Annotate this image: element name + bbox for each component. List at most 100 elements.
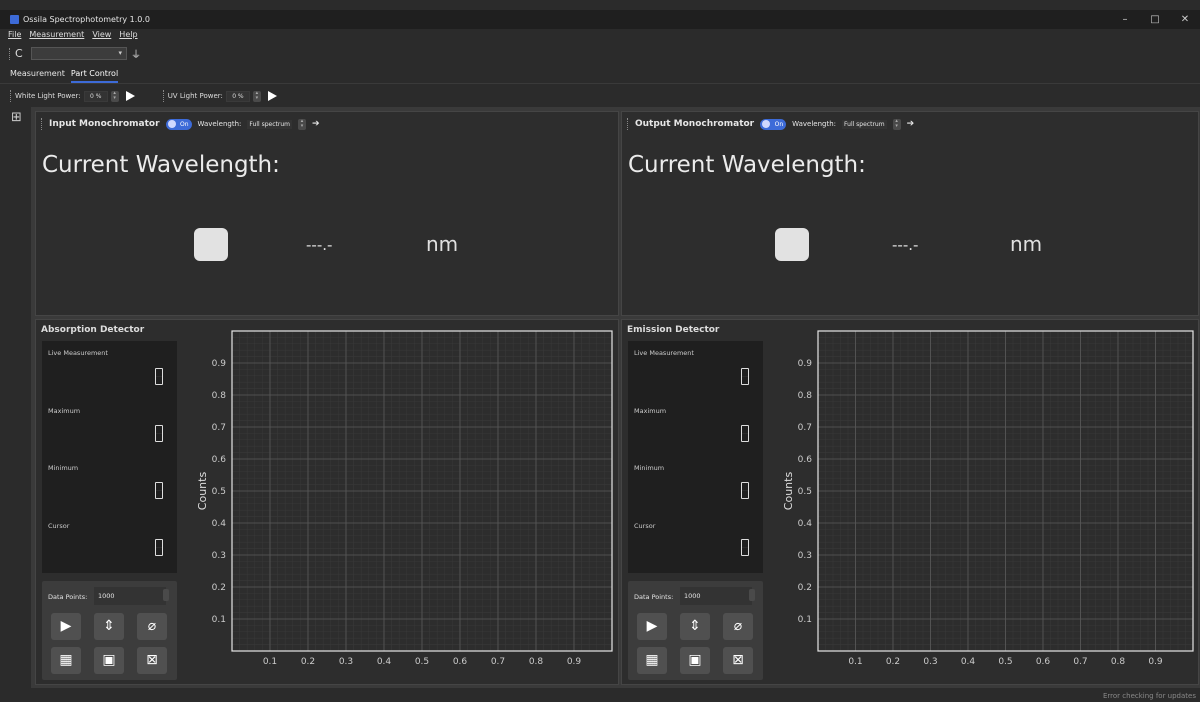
- save-icon: ▣: [688, 652, 702, 668]
- clear-button[interactable]: ⊠: [137, 647, 167, 674]
- x-tick-label: 0.4: [377, 657, 392, 667]
- wavelength-unit: nm: [426, 232, 459, 256]
- cursor-label: Cursor: [634, 522, 656, 530]
- white-light-input[interactable]: 0 %: [83, 90, 108, 102]
- y-tick-label: 0.4: [212, 519, 227, 529]
- wavelength-reading: ---.-: [892, 236, 919, 254]
- uv-light-input[interactable]: 0 %: [225, 90, 250, 102]
- title-bar: Ossila Spectrophotometry 1.0.0 – □ ✕: [0, 10, 1200, 29]
- y-tick-label: 0.8: [798, 391, 813, 401]
- x-tick-label: 0.5: [415, 657, 429, 667]
- y-tick-label: 0.3: [798, 551, 812, 561]
- measurement-readout: Live Measurement Maximum Minimum Cursor: [628, 341, 763, 573]
- save-button[interactable]: ▣: [94, 647, 124, 674]
- emission-plot[interactable]: 0.1 0.2 0.3 0.4 0.5 0.6 0.7 0.8 0.9 0.1 0.2 0.3 0.4 0…: [772, 325, 1197, 681]
- grid-icon: ▦: [59, 652, 73, 668]
- live-measurement-label: Live Measurement: [48, 349, 108, 357]
- y-tick-label: 0.5: [212, 487, 226, 497]
- panel-grip[interactable]: [41, 118, 43, 130]
- minimum-label: Minimum: [634, 464, 665, 472]
- toolbar-grip[interactable]: [10, 90, 12, 102]
- grid-icon[interactable]: ⊞: [11, 110, 22, 125]
- x-tick-label: 0.8: [1111, 657, 1126, 667]
- toolbar-grip[interactable]: [162, 90, 165, 102]
- maximize-button[interactable]: □: [1140, 10, 1170, 29]
- refresh-icon[interactable]: C: [15, 47, 27, 60]
- data-points-input[interactable]: 1000: [94, 587, 166, 605]
- grid-toggle-button[interactable]: ▦: [51, 647, 81, 674]
- current-wavelength-title: Current Wavelength:: [628, 152, 866, 178]
- data-points-spinner[interactable]: [163, 589, 169, 601]
- x-tick-label: 0.4: [961, 657, 976, 667]
- output-monochromator-toggle[interactable]: On: [760, 118, 787, 130]
- y-tick-label: 0.6: [212, 455, 227, 465]
- status-text: Error checking for updates: [1103, 692, 1196, 700]
- input-monochromator-toggle[interactable]: On: [165, 118, 192, 130]
- play-button[interactable]: ▶: [51, 613, 81, 640]
- arrow-right-icon[interactable]: ➔: [907, 119, 915, 129]
- menu-view[interactable]: View: [92, 30, 111, 43]
- current-wavelength-title: Current Wavelength:: [42, 152, 280, 178]
- arrow-right-icon[interactable]: ➔: [312, 119, 320, 129]
- tab-part-control[interactable]: Part Control: [70, 67, 119, 83]
- wavelength-spinner[interactable]: ▴ ▾: [297, 118, 306, 130]
- autoscale-icon: ⇕: [103, 618, 115, 634]
- x-tick-label: 0.2: [301, 657, 315, 667]
- y-tick-label: 0.1: [798, 615, 812, 625]
- play-button[interactable]: ▶: [637, 613, 667, 640]
- no-probe-button[interactable]: ⌀: [137, 613, 167, 640]
- y-tick-label: 0.7: [798, 423, 812, 433]
- wavelength-indicator: [194, 228, 228, 261]
- plug-icon[interactable]: ⏚: [131, 46, 141, 61]
- uv-light-label: UV Light Power:: [167, 92, 223, 100]
- no-probe-icon: ⌀: [147, 618, 157, 634]
- y-tick-label: 0.9: [798, 359, 813, 369]
- wavelength-unit: nm: [1010, 232, 1043, 256]
- tab-measurement[interactable]: Measurement: [10, 67, 65, 83]
- tab-bar: Measurement Part Control: [10, 67, 119, 83]
- no-probe-button[interactable]: ⌀: [723, 613, 753, 640]
- grid-toggle-button[interactable]: ▦: [637, 647, 667, 674]
- maximum-value: [741, 425, 749, 442]
- panel-title: Absorption Detector: [41, 325, 145, 335]
- y-tick-label: 0.1: [212, 615, 226, 625]
- white-light-label: White Light Power:: [15, 92, 81, 100]
- close-button[interactable]: ✕: [1170, 10, 1200, 29]
- play-icon: ▶: [60, 618, 72, 634]
- y-tick-label: 0.5: [798, 487, 812, 497]
- absorption-plot[interactable]: 0.1 0.2 0.3 0.4 0.5 0.6 0.7 0.8 0.9 0.1 0.2 0.3 0.4 0…: [186, 325, 616, 681]
- menu-help[interactable]: Help: [119, 30, 137, 43]
- x-tick-label: 0.7: [491, 657, 505, 667]
- y-axis-label: Counts: [196, 472, 209, 511]
- minimum-value: [155, 482, 163, 499]
- minimize-button[interactable]: –: [1110, 10, 1140, 29]
- save-button[interactable]: ▣: [680, 647, 710, 674]
- menu-file[interactable]: File: [8, 30, 21, 43]
- menu-measurement[interactable]: Measurement: [29, 30, 84, 43]
- toggle-label: On: [179, 120, 189, 128]
- wavelength-select[interactable]: Full spectrum: [842, 119, 887, 129]
- x-tick-label: 0.5: [998, 657, 1012, 667]
- x-tick-label: 0.9: [567, 657, 582, 667]
- x-tick-label: 0.6: [453, 657, 468, 667]
- data-points-spinner[interactable]: [749, 589, 755, 601]
- clear-button[interactable]: ⊠: [723, 647, 753, 674]
- wavelength-label: Wavelength:: [197, 120, 242, 128]
- autoscale-button[interactable]: ⇕: [680, 613, 710, 640]
- white-light-apply-icon[interactable]: [125, 91, 135, 101]
- play-icon: ▶: [646, 618, 658, 634]
- toolbar-grip[interactable]: [9, 47, 11, 60]
- autoscale-button[interactable]: ⇕: [94, 613, 124, 640]
- maximum-value: [155, 425, 163, 442]
- data-points-input[interactable]: 1000: [680, 587, 752, 605]
- uv-light-apply-icon[interactable]: [267, 91, 277, 101]
- y-axis-label: Counts: [782, 472, 795, 511]
- wavelength-spinner[interactable]: ▴ ▾: [892, 118, 901, 130]
- x-tick-label: 0.1: [263, 657, 277, 667]
- port-select[interactable]: ▾: [31, 47, 127, 60]
- wavelength-select[interactable]: Full spectrum: [247, 119, 292, 129]
- white-light-spinner[interactable]: ▴ ▾: [110, 90, 119, 102]
- panel-grip[interactable]: [627, 118, 629, 130]
- cursor-value: [741, 539, 749, 556]
- uv-light-spinner[interactable]: ▴ ▾: [252, 90, 261, 102]
